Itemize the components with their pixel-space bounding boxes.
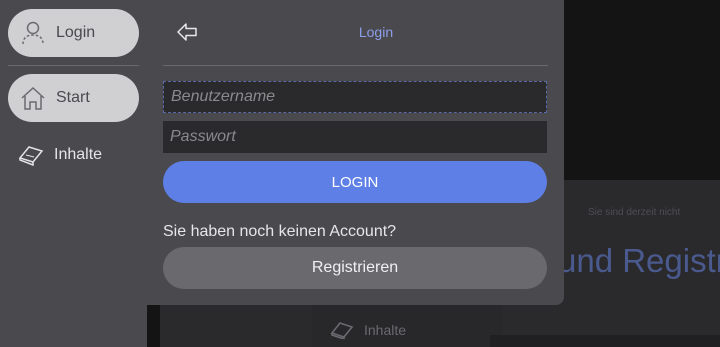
- register-button[interactable]: Registrieren: [163, 247, 547, 289]
- sidebar-item-label: Login: [56, 24, 96, 41]
- background-small-text: Sie sind derzeit nicht: [588, 207, 681, 218]
- login-button[interactable]: LOGIN: [163, 161, 547, 203]
- user-icon: [22, 21, 44, 45]
- home-icon: [21, 86, 45, 110]
- sidebar-item-start[interactable]: Start: [8, 74, 139, 122]
- username-input[interactable]: [163, 81, 547, 113]
- sidebar-item-inhalte[interactable]: Inhalte: [18, 144, 102, 166]
- panel-title[interactable]: Login: [147, 24, 605, 40]
- background-sidebar-item-inhalte: Inhalte: [330, 321, 406, 339]
- login-panel: Login LOGIN Sie haben noch keinen Accoun…: [147, 0, 564, 305]
- background-footer: [490, 335, 720, 347]
- sidebar-divider: [8, 65, 139, 66]
- sidebar-item-label: Inhalte: [54, 146, 103, 163]
- sidebar-item-login[interactable]: Login: [8, 9, 139, 57]
- background-sidebar-label: Inhalte: [364, 322, 407, 338]
- background-heading: und Registr: [558, 242, 720, 279]
- book-icon: [330, 322, 354, 339]
- sidebar-item-label: Start: [56, 89, 90, 106]
- book-icon: [18, 146, 44, 166]
- no-account-text: Sie haben noch keinen Account?: [163, 223, 397, 240]
- panel-divider: [163, 65, 548, 66]
- password-input[interactable]: [163, 121, 547, 153]
- sidebar: Login Start Inhalte: [0, 0, 147, 347]
